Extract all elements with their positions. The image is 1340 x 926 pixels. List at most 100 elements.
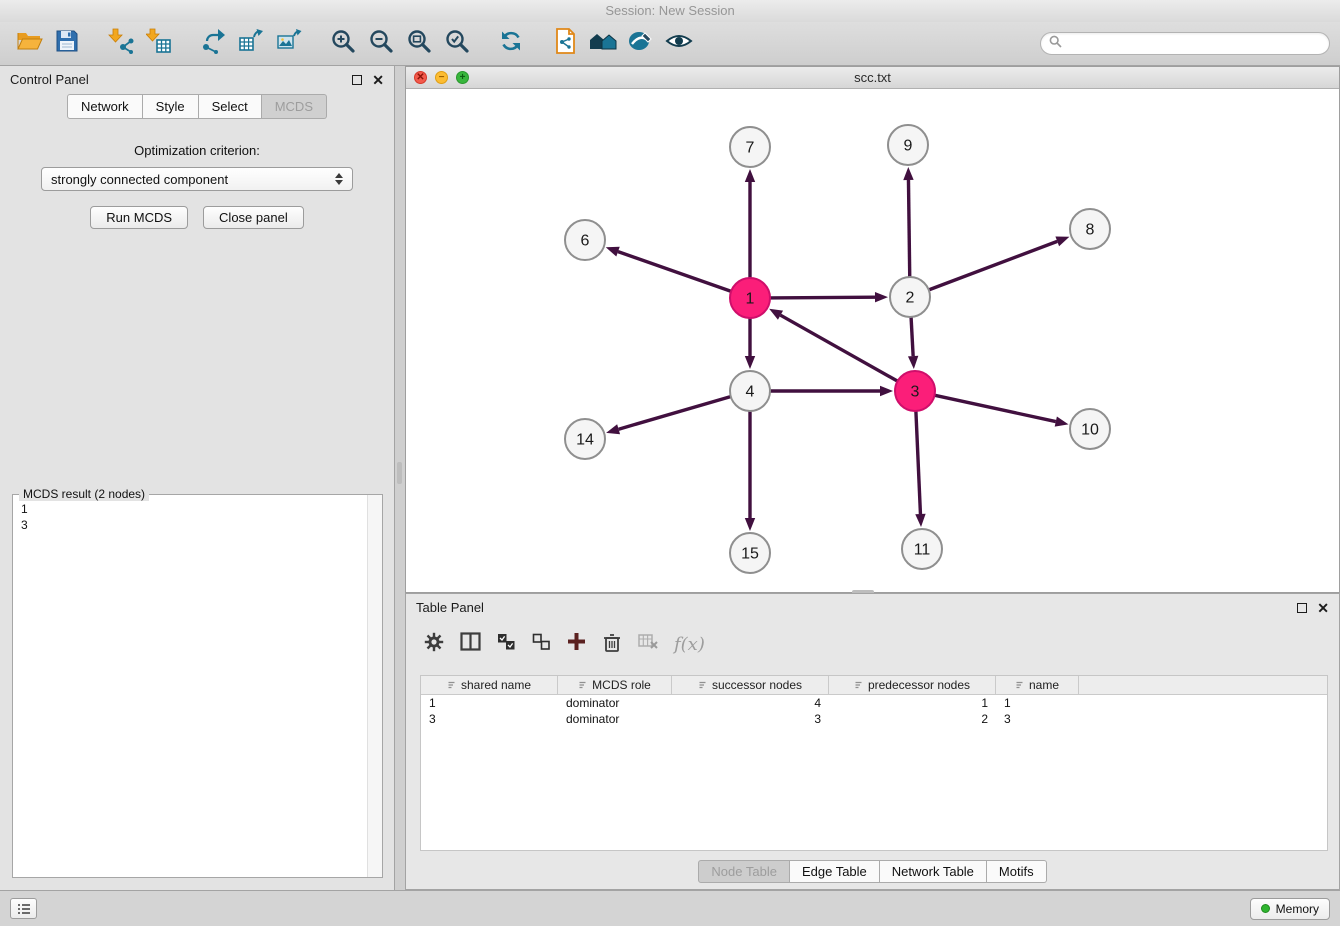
network-window-titlebar[interactable]: ✕ − + scc.txt [406, 67, 1339, 89]
search-input[interactable] [1067, 36, 1321, 51]
edge-2-to-9[interactable] [908, 180, 909, 279]
edge-arrowhead-icon [606, 424, 620, 434]
cell-predecessor-nodes[interactable]: 2 [829, 711, 996, 727]
network-node-2[interactable]: 2 [890, 277, 930, 317]
export-table-button[interactable] [232, 26, 270, 62]
export-image-button[interactable] [270, 26, 308, 62]
cell-successor-nodes[interactable]: 3 [672, 711, 829, 727]
zoom-in-button[interactable] [324, 26, 362, 62]
function-builder-button[interactable]: f(x) [674, 634, 705, 655]
network-node-10[interactable]: 10 [1070, 409, 1110, 449]
network-node-7[interactable]: 7 [730, 127, 770, 167]
table-header-row: shared name MCDS role successor nodes pr… [421, 676, 1327, 695]
mcds-result-groupbox: MCDS result (2 nodes) 1 3 [12, 494, 383, 878]
clone-network-button[interactable] [546, 26, 584, 62]
import-table-button[interactable] [140, 26, 178, 62]
show-hide-button[interactable] [660, 26, 698, 62]
select-all-columns-button[interactable] [497, 633, 516, 656]
column-header-mcds-role[interactable]: MCDS role [558, 676, 672, 694]
zoom-selected-button[interactable] [438, 26, 476, 62]
cell-shared-name[interactable]: 3 [421, 711, 558, 727]
network-node-4[interactable]: 4 [730, 371, 770, 411]
zoom-fit-icon [406, 28, 432, 59]
delete-column-button[interactable] [602, 632, 622, 657]
network-node-9[interactable]: 9 [888, 125, 928, 165]
task-history-button[interactable] [10, 898, 37, 919]
create-column-button[interactable] [567, 632, 586, 656]
toolbar-search[interactable] [1040, 32, 1330, 55]
network-node-8[interactable]: 8 [1070, 209, 1110, 249]
tab-mcds[interactable]: MCDS [262, 94, 327, 119]
column-header-predecessor-nodes[interactable]: predecessor nodes [829, 676, 996, 694]
edge-arrowhead-icon [745, 356, 755, 369]
cell-mcds-role[interactable]: dominator [558, 695, 672, 711]
graphics-details-button[interactable] [622, 26, 660, 62]
float-table-panel-icon[interactable] [1297, 603, 1307, 613]
tab-edge-table[interactable]: Edge Table [790, 860, 880, 883]
unselect-all-columns-button[interactable] [532, 633, 551, 656]
network-node-15[interactable]: 15 [730, 533, 770, 573]
network-node-1[interactable]: 1 [730, 278, 770, 318]
mcds-result-list[interactable]: 1 3 [14, 497, 366, 876]
zoom-fit-button[interactable] [400, 26, 438, 62]
column-header-successor-nodes[interactable]: successor nodes [672, 676, 829, 694]
network-node-6[interactable]: 6 [565, 220, 605, 260]
memory-button[interactable]: Memory [1250, 898, 1330, 920]
cell-successor-nodes[interactable]: 4 [672, 695, 829, 711]
cell-name[interactable]: 3 [996, 711, 1079, 727]
network-node-14[interactable]: 14 [565, 419, 605, 459]
save-session-button[interactable] [48, 26, 86, 62]
network-node-11[interactable]: 11 [902, 529, 942, 569]
open-session-button[interactable] [10, 26, 48, 62]
first-neighbors-button[interactable] [584, 26, 622, 62]
cell-predecessor-nodes[interactable]: 1 [829, 695, 996, 711]
close-table-panel-icon[interactable]: ✕ [1317, 603, 1329, 613]
edge-3-to-1[interactable] [780, 315, 899, 382]
cell-mcds-role[interactable]: dominator [558, 711, 672, 727]
column-header-shared-name[interactable]: shared name [421, 676, 558, 694]
table-toolbar: f(x) [424, 626, 705, 662]
table-row[interactable]: 1 dominator 4 1 1 [421, 695, 1327, 711]
tab-select[interactable]: Select [199, 94, 262, 119]
tab-style[interactable]: Style [143, 94, 199, 119]
window-close-icon[interactable]: ✕ [414, 71, 427, 84]
window-minimize-icon[interactable]: − [435, 71, 448, 84]
table-row[interactable]: 3 dominator 3 2 3 [421, 711, 1327, 727]
tab-network[interactable]: Network [67, 94, 143, 119]
edge-2-to-8[interactable] [927, 241, 1057, 290]
close-panel-button[interactable]: Close panel [203, 206, 304, 229]
column-header-name[interactable]: name [996, 676, 1079, 694]
edge-4-to-14[interactable] [619, 396, 733, 429]
network-node-3[interactable]: 3 [895, 371, 935, 411]
cell-shared-name[interactable]: 1 [421, 695, 558, 711]
optimization-criterion-select[interactable]: strongly connected component [41, 167, 353, 191]
tab-network-table[interactable]: Network Table [880, 860, 987, 883]
status-bar: Memory [0, 890, 1340, 926]
tab-motifs[interactable]: Motifs [987, 860, 1047, 883]
network-view[interactable]: 7 9 6 8 1 2 4 3 14 10 15 11 [406, 89, 1339, 592]
export-network-button[interactable] [194, 26, 232, 62]
window-maximize-icon[interactable]: + [456, 71, 469, 84]
edge-2-to-3[interactable] [911, 315, 913, 356]
edge-1-to-2[interactable] [768, 297, 875, 298]
table-settings-button[interactable] [424, 632, 444, 657]
float-panel-icon[interactable] [352, 75, 362, 85]
result-scrollbar[interactable] [367, 495, 382, 877]
edge-3-to-10[interactable] [933, 395, 1056, 422]
network-graph[interactable]: 7 9 6 8 1 2 4 3 14 10 15 11 [406, 89, 1339, 593]
vertical-splitter-handle[interactable] [397, 462, 402, 484]
edge-1-to-6[interactable] [618, 252, 733, 292]
zoom-out-button[interactable] [362, 26, 400, 62]
edge-arrowhead-icon [745, 518, 755, 531]
run-mcds-button[interactable]: Run MCDS [90, 206, 188, 229]
tab-node-table[interactable]: Node Table [698, 860, 790, 883]
application-window: Session: New Session [0, 0, 1340, 926]
import-network-button[interactable] [102, 26, 140, 62]
apply-layout-button[interactable] [492, 26, 530, 62]
show-columns-button[interactable] [460, 632, 481, 656]
close-panel-icon[interactable]: ✕ [372, 75, 384, 85]
cell-name[interactable]: 1 [996, 695, 1079, 711]
edge-3-to-11[interactable] [916, 409, 921, 514]
edge-arrowhead-icon [606, 247, 620, 257]
delete-table-button[interactable] [638, 633, 658, 655]
